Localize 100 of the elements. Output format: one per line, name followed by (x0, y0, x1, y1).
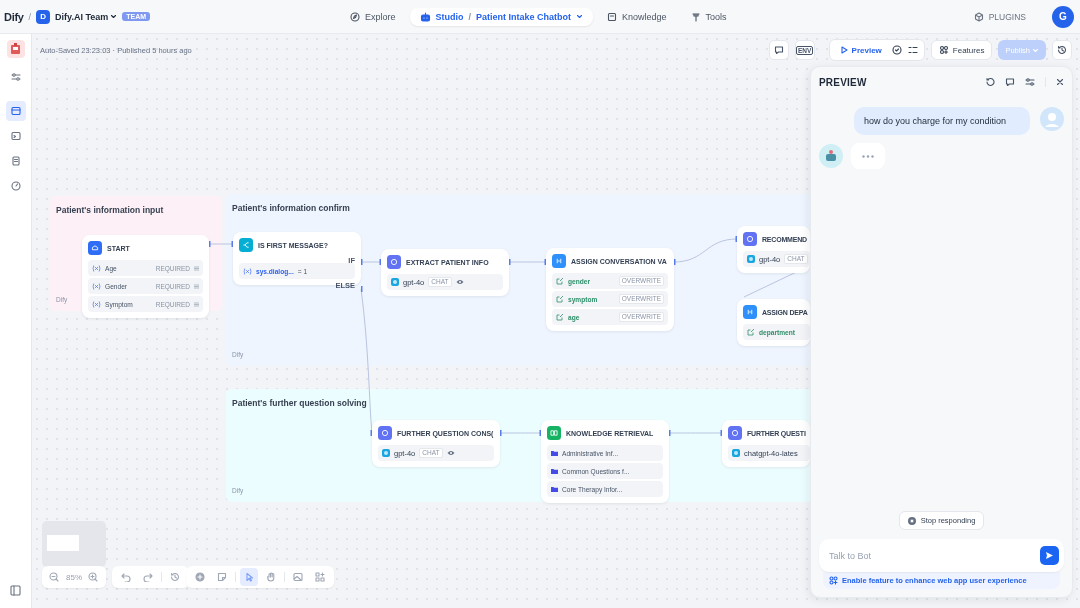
gauge-icon (10, 181, 21, 191)
document-icon (10, 156, 21, 166)
features-button[interactable]: Features (930, 40, 993, 60)
workspace-switcher[interactable]: Dify.AI Team (55, 11, 118, 22)
chevron-icon (576, 13, 584, 20)
llm-node-icon (728, 426, 742, 440)
folder-icon (551, 450, 558, 456)
if-node-icon (239, 238, 253, 252)
add-node-icon (195, 572, 205, 582)
hand-icon (266, 572, 276, 582)
app-icon[interactable] (6, 40, 25, 58)
zoom-in-icon (88, 572, 99, 582)
apps-icon (938, 45, 949, 55)
connector-line (508, 259, 547, 265)
cube-icon (973, 11, 984, 22)
checklist-icon (891, 45, 902, 55)
robot-icon (419, 11, 431, 22)
variable-icon (92, 282, 101, 290)
rail-item[interactable] (5, 101, 26, 121)
start-node-icon (88, 241, 102, 255)
logo[interactable]: Dify (4, 10, 24, 23)
knowledge-node-icon (547, 426, 561, 440)
folder-icon (551, 468, 558, 474)
variable-icon (243, 267, 252, 275)
connector-line (360, 259, 382, 265)
history-icon (1057, 45, 1067, 55)
bot-avatar-icon (819, 144, 843, 168)
separator: / (28, 11, 32, 22)
history-button[interactable] (1052, 40, 1072, 60)
list-icon (194, 301, 199, 307)
sliders-icon (1025, 77, 1035, 87)
group-title: Patient's information input (56, 205, 164, 215)
chevron-icon (1032, 46, 1039, 54)
conversation-variables-button[interactable] (1005, 77, 1015, 87)
eye-icon (455, 279, 464, 285)
restart-button[interactable] (985, 77, 995, 87)
variable-icon (92, 264, 101, 272)
group-title: Patient's further question solving (232, 398, 367, 408)
nav-tab[interactable]: Studio / Patient Intake Chatbot (409, 7, 594, 26)
connector-line (668, 430, 723, 436)
layout-icon (10, 106, 21, 116)
nav-tab[interactable]: Explore (340, 7, 406, 26)
panel-title: PREVIEW (819, 76, 868, 88)
chat-icon (773, 45, 784, 55)
apps-icon (829, 576, 838, 585)
user-avatar[interactable]: G (1052, 5, 1074, 28)
grid-icon (315, 572, 325, 582)
assign-node-icon (743, 305, 757, 319)
nav-tab[interactable]: Tools (680, 7, 737, 26)
preview-button[interactable]: Preview (835, 45, 886, 55)
assign-node-icon (552, 254, 566, 268)
list-icon (194, 283, 199, 289)
stop-icon (907, 516, 916, 525)
sidebar-toggle-icon[interactable] (10, 585, 21, 596)
eye-icon (446, 450, 455, 456)
llm-node-icon (378, 426, 392, 440)
note-icon (217, 572, 227, 582)
user-avatar-icon (1040, 107, 1064, 131)
list-icon (907, 45, 918, 55)
chat-icon (1005, 77, 1015, 87)
refresh-icon (985, 77, 995, 87)
image-icon (293, 572, 303, 582)
terminal-icon (10, 131, 21, 141)
variable-edit-icon (556, 313, 564, 321)
redo-icon (143, 572, 153, 582)
connector-line (208, 241, 234, 247)
close-icon (1056, 78, 1064, 86)
compass-icon (350, 11, 360, 22)
play-icon (839, 46, 848, 54)
history-icon (170, 572, 180, 582)
llm-node-icon (387, 255, 401, 269)
variable-edit-icon (747, 328, 755, 336)
connector-line (673, 236, 738, 265)
tool-button[interactable] (240, 568, 258, 586)
list-icon (194, 265, 199, 271)
zoom-out-icon (49, 572, 60, 582)
separator: / (468, 11, 472, 22)
user-message: how do you charge for my condition (854, 107, 1030, 135)
undo-icon (121, 572, 131, 582)
llm-node-icon (743, 232, 757, 246)
variable-edit-icon (556, 295, 564, 303)
model-icon (382, 449, 390, 457)
plugins-button[interactable]: PLUGINS (967, 10, 1032, 23)
model-icon (747, 255, 755, 263)
variable-icon (92, 300, 101, 308)
model-icon (732, 449, 740, 457)
wrench-icon (690, 11, 701, 22)
close-button[interactable] (1056, 78, 1064, 86)
workspace-avatar: D (36, 9, 51, 24)
settings-button[interactable] (1025, 77, 1035, 87)
folder-icon (551, 486, 558, 492)
group-title: Patient's information confirm (232, 203, 350, 213)
chat-input-field[interactable]: Talk to Bot (819, 539, 1064, 572)
model-icon (391, 278, 399, 286)
connector-line (499, 430, 542, 436)
variable-edit-icon (556, 277, 564, 285)
sliders-icon (10, 72, 21, 82)
pointer-icon (244, 572, 254, 582)
send-button[interactable] (1040, 546, 1059, 565)
nav-tab[interactable]: Knowledge (597, 7, 677, 26)
